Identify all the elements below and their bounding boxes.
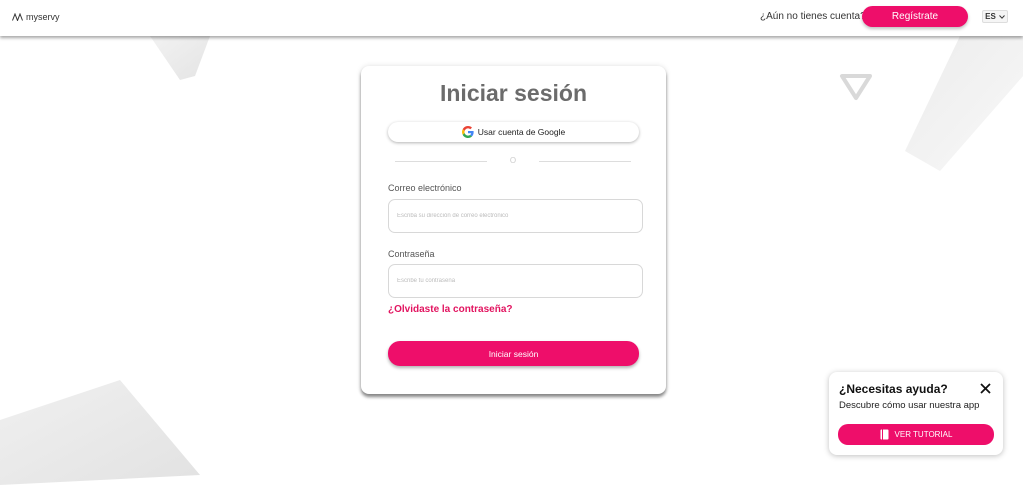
- google-button-label: Usar cuenta de Google: [477, 127, 566, 137]
- email-label: Correo electrónico: [388, 183, 462, 193]
- chevron-down-icon: [998, 14, 1005, 19]
- login-button[interactable]: Iniciar sesión: [388, 341, 639, 366]
- tutorial-button-label: VER TUTORIAL: [894, 430, 953, 439]
- language-selector[interactable]: ES: [982, 10, 1008, 23]
- logo-icon: [12, 13, 23, 21]
- decorative-shape: [150, 36, 210, 80]
- logo[interactable]: myservy: [12, 10, 60, 24]
- forgot-password-link[interactable]: ¿Olvidaste la contraseña?: [388, 304, 513, 315]
- password-label: Contraseña: [388, 249, 435, 259]
- triangle-shape: [840, 74, 872, 100]
- logo-text: myservy: [26, 12, 60, 22]
- password-field[interactable]: [388, 264, 643, 298]
- login-card: Iniciar sesión Usar cuenta de Google O C…: [361, 66, 666, 394]
- decorative-shape: [0, 380, 200, 485]
- help-title: ¿Necesitas ayuda?: [839, 382, 948, 396]
- help-subtitle: Descubre cómo usar nuestra app: [839, 400, 980, 411]
- email-field[interactable]: [388, 199, 643, 233]
- help-popup: ¿Necesitas ayuda? Descubre cómo usar nue…: [829, 372, 1003, 455]
- page-title: Iniciar sesión: [439, 80, 587, 106]
- tutorial-button[interactable]: VER TUTORIAL: [838, 424, 994, 445]
- close-icon: [980, 383, 991, 394]
- book-icon: [880, 429, 889, 440]
- divider-line: [539, 161, 631, 162]
- signup-question: ¿Aún no tienes cuenta?: [760, 11, 866, 22]
- close-help-button[interactable]: [979, 382, 992, 395]
- top-bar: myservy ¿Aún no tienes cuenta? Regístrat…: [0, 0, 1023, 36]
- or-divider: O: [395, 156, 631, 166]
- decorative-shape: [905, 36, 1023, 171]
- signup-button[interactable]: Regístrate: [862, 6, 968, 27]
- language-value: ES: [985, 12, 996, 21]
- google-icon: [461, 126, 474, 138]
- google-login-button[interactable]: Usar cuenta de Google: [388, 122, 639, 142]
